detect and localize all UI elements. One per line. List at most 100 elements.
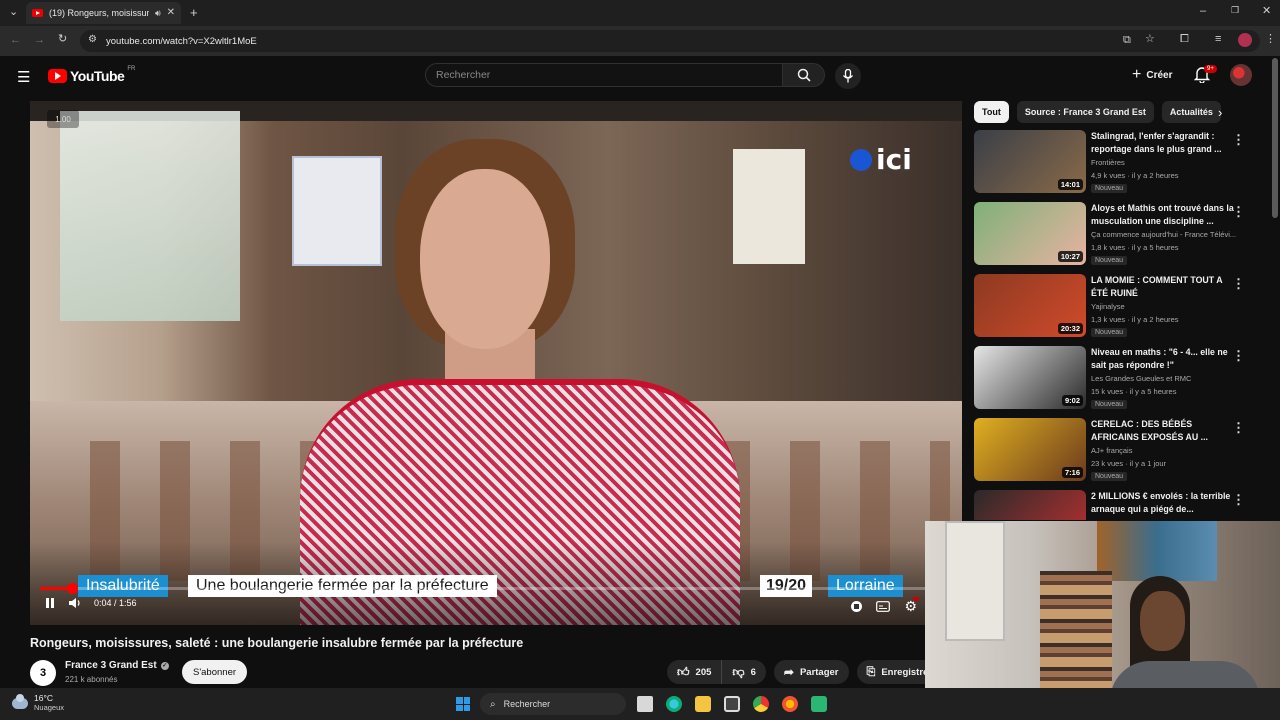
more-options-icon[interactable]: ⋮ — [1232, 204, 1245, 220]
search-button[interactable] — [783, 63, 825, 87]
recommended-video[interactable]: 2 MILLIONS € envolés : la terrible arnaq… — [974, 490, 1264, 520]
recommended-channel[interactable]: Ça commence aujourd'hui - France Télévi.… — [1091, 230, 1241, 239]
recommended-title[interactable]: CERELAC : DES BÉBÉS AFRICAINS EXPOSÉS AU… — [1091, 418, 1236, 444]
new-tab-icon[interactable]: + — [190, 6, 198, 19]
chrome-icon[interactable] — [753, 696, 769, 712]
recommended-channel[interactable]: Yajinalyse — [1091, 302, 1241, 311]
ici-text: ici — [876, 143, 912, 176]
scene-window — [60, 111, 240, 321]
share-button[interactable]: ➦ Partager — [773, 660, 849, 684]
recommended-channel[interactable]: AJ+ français — [1091, 446, 1241, 455]
recommended-title[interactable]: Stalingrad, l'enfer s'agrandit : reporta… — [1091, 130, 1236, 156]
edge-browser-icon[interactable] — [666, 696, 682, 712]
settings-gear-icon[interactable]: ⚙ — [904, 597, 920, 613]
recommended-channel[interactable]: Frontières — [1091, 158, 1241, 167]
search-input[interactable]: Rechercher — [425, 63, 783, 87]
more-options-icon[interactable]: ⋮ — [1232, 348, 1245, 364]
hamburger-menu-icon[interactable]: ☰ — [17, 68, 30, 86]
site-info-icon[interactable]: ⚙ — [88, 35, 97, 45]
filter-chip[interactable]: Actualités — [1161, 101, 1221, 123]
subscribe-button[interactable]: S'abonner — [182, 660, 248, 684]
autoplay-toggle[interactable] — [851, 600, 863, 612]
forward-icon[interactable]: → — [34, 35, 45, 46]
browser-tab-bar: ⌄ (19) Rongeurs, moisissures, sa 🔊︎ ✕ + … — [0, 0, 1280, 26]
microphone-icon — [842, 69, 854, 83]
more-options-icon[interactable]: ⋮ — [1232, 276, 1245, 292]
channel-name[interactable]: France 3 Grand Est ✓ — [65, 660, 169, 671]
firefox-icon[interactable] — [782, 696, 798, 712]
recommended-video[interactable]: 7:16 CERELAC : DES BÉBÉS AFRICAINS EXPOSÉ… — [974, 418, 1264, 484]
recommended-title[interactable]: LA MOMIE : COMMENT TOUT A ÉTÉ RUINÉ — [1091, 274, 1236, 300]
audio-icon[interactable]: 🔊︎ — [155, 8, 161, 18]
taskbar-search[interactable]: ⌕ Rechercher — [480, 693, 626, 715]
account-avatar[interactable] — [1230, 64, 1252, 86]
youtube-play-icon — [48, 69, 67, 83]
store-icon[interactable] — [724, 696, 740, 712]
back-icon[interactable]: ← — [10, 35, 21, 46]
weather-widget[interactable]: 16°C Nuageux — [12, 693, 64, 713]
more-options-icon[interactable]: ⋮ — [1232, 132, 1245, 148]
install-app-icon[interactable]: ⧉ — [1123, 35, 1131, 46]
presenter-face — [420, 169, 550, 349]
minimize-icon[interactable]: – — [1200, 6, 1206, 17]
address-bar[interactable]: ⚙ youtube.com/watch?v=X2wltlr1MoE — [80, 30, 1260, 52]
close-tab-icon[interactable]: ✕ — [167, 8, 175, 18]
dislike-button[interactable]: 👎︎ 6 — [722, 660, 765, 684]
voice-search-button[interactable] — [835, 63, 861, 89]
recommended-title[interactable]: 2 MILLIONS € envolés : la terrible arnaq… — [1091, 490, 1236, 516]
filter-chip[interactable]: Tout — [974, 101, 1009, 123]
video-thumbnail[interactable]: 7:16 — [974, 418, 1086, 481]
browser-menu-icon[interactable]: ⋮ — [1265, 34, 1276, 45]
tab-list-icon[interactable]: ⌄ — [9, 7, 18, 18]
playback-speed-label: 1.00 — [47, 110, 79, 128]
youtube-logo[interactable]: YouTube FR — [48, 66, 135, 84]
progress-scrubber[interactable] — [66, 583, 78, 594]
more-options-icon[interactable]: ⋮ — [1232, 492, 1245, 508]
app-icon[interactable] — [811, 696, 827, 712]
plus-icon: + — [1132, 66, 1142, 83]
volume-icon[interactable] — [68, 597, 82, 609]
bookmark-star-icon[interactable]: ☆ — [1145, 34, 1155, 45]
progress-bar[interactable] — [40, 583, 952, 594]
dislike-count: 6 — [750, 666, 756, 678]
channel-avatar[interactable]: 3 — [30, 660, 56, 686]
extensions-icon[interactable]: ⧠ — [1180, 34, 1189, 45]
video-thumbnail[interactable]: 10:27 — [974, 202, 1086, 265]
lower-third-category: Insalubrité — [78, 575, 168, 597]
reload-icon[interactable]: ↻ — [58, 34, 67, 45]
pause-icon[interactable] — [44, 597, 56, 609]
video-thumbnail[interactable]: 9:02 — [974, 346, 1086, 409]
recommended-meta: 4,9 k vues · il y a 2 heures — [1091, 171, 1179, 180]
create-button[interactable]: + Créer — [1126, 64, 1178, 86]
webcam-posters — [1097, 521, 1217, 581]
recommended-title[interactable]: Niveau en maths : "6 - 4... elle ne sait… — [1091, 346, 1236, 372]
recommended-video[interactable]: 9:02 Niveau en maths : "6 - 4... elle ne … — [974, 346, 1264, 412]
more-options-icon[interactable]: ⋮ — [1232, 420, 1245, 436]
new-badge: Nouveau — [1091, 472, 1128, 481]
like-button[interactable]: 👍︎ 205 — [667, 660, 723, 684]
restore-icon[interactable]: ❐ — [1231, 6, 1239, 15]
video-thumbnail[interactable]: 20:32 — [974, 274, 1086, 337]
recommended-channel[interactable]: Les Grandes Gueules et RMC — [1091, 374, 1241, 383]
video-player[interactable]: ici 1.00 Insalubrité Une boulangerie fer… — [30, 101, 962, 625]
file-explorer-icon[interactable] — [695, 696, 711, 712]
filter-chip[interactable]: Source : France 3 Grand Est — [1016, 101, 1154, 123]
video-thumbnail[interactable]: 14:01 — [974, 130, 1086, 193]
recommended-video[interactable]: 14:01 Stalingrad, l'enfer s'agrandit : re… — [974, 130, 1264, 196]
recommended-title[interactable]: Aloys et Mathis ont trouvé dans la muscu… — [1091, 202, 1236, 228]
page-scrollbar[interactable] — [1272, 58, 1278, 218]
task-view-icon[interactable] — [637, 696, 653, 712]
recommended-video[interactable]: 20:32 LA MOMIE : COMMENT TOUT A ÉTÉ RUINÉ… — [974, 274, 1264, 340]
subtitles-icon[interactable] — [876, 600, 891, 612]
browser-tab[interactable]: (19) Rongeurs, moisissures, sa 🔊︎ ✕ — [26, 2, 181, 24]
recommended-video[interactable]: 10:27 Aloys et Mathis ont trouvé dans la … — [974, 202, 1264, 268]
thumbs-down-icon: 👎︎ — [732, 664, 745, 679]
close-window-icon[interactable]: ✕ — [1262, 6, 1271, 17]
recommended-meta: 1,8 k vues · il y a 5 heures — [1091, 243, 1179, 252]
profile-avatar[interactable] — [1238, 33, 1252, 47]
video-duration: 20:32 — [1057, 323, 1083, 334]
media-icon[interactable]: ≡ — [1215, 34, 1221, 45]
video-thumbnail[interactable] — [974, 490, 1086, 520]
chips-next-chevron-icon[interactable]: › — [1218, 106, 1222, 119]
windows-start-icon[interactable] — [456, 697, 470, 711]
